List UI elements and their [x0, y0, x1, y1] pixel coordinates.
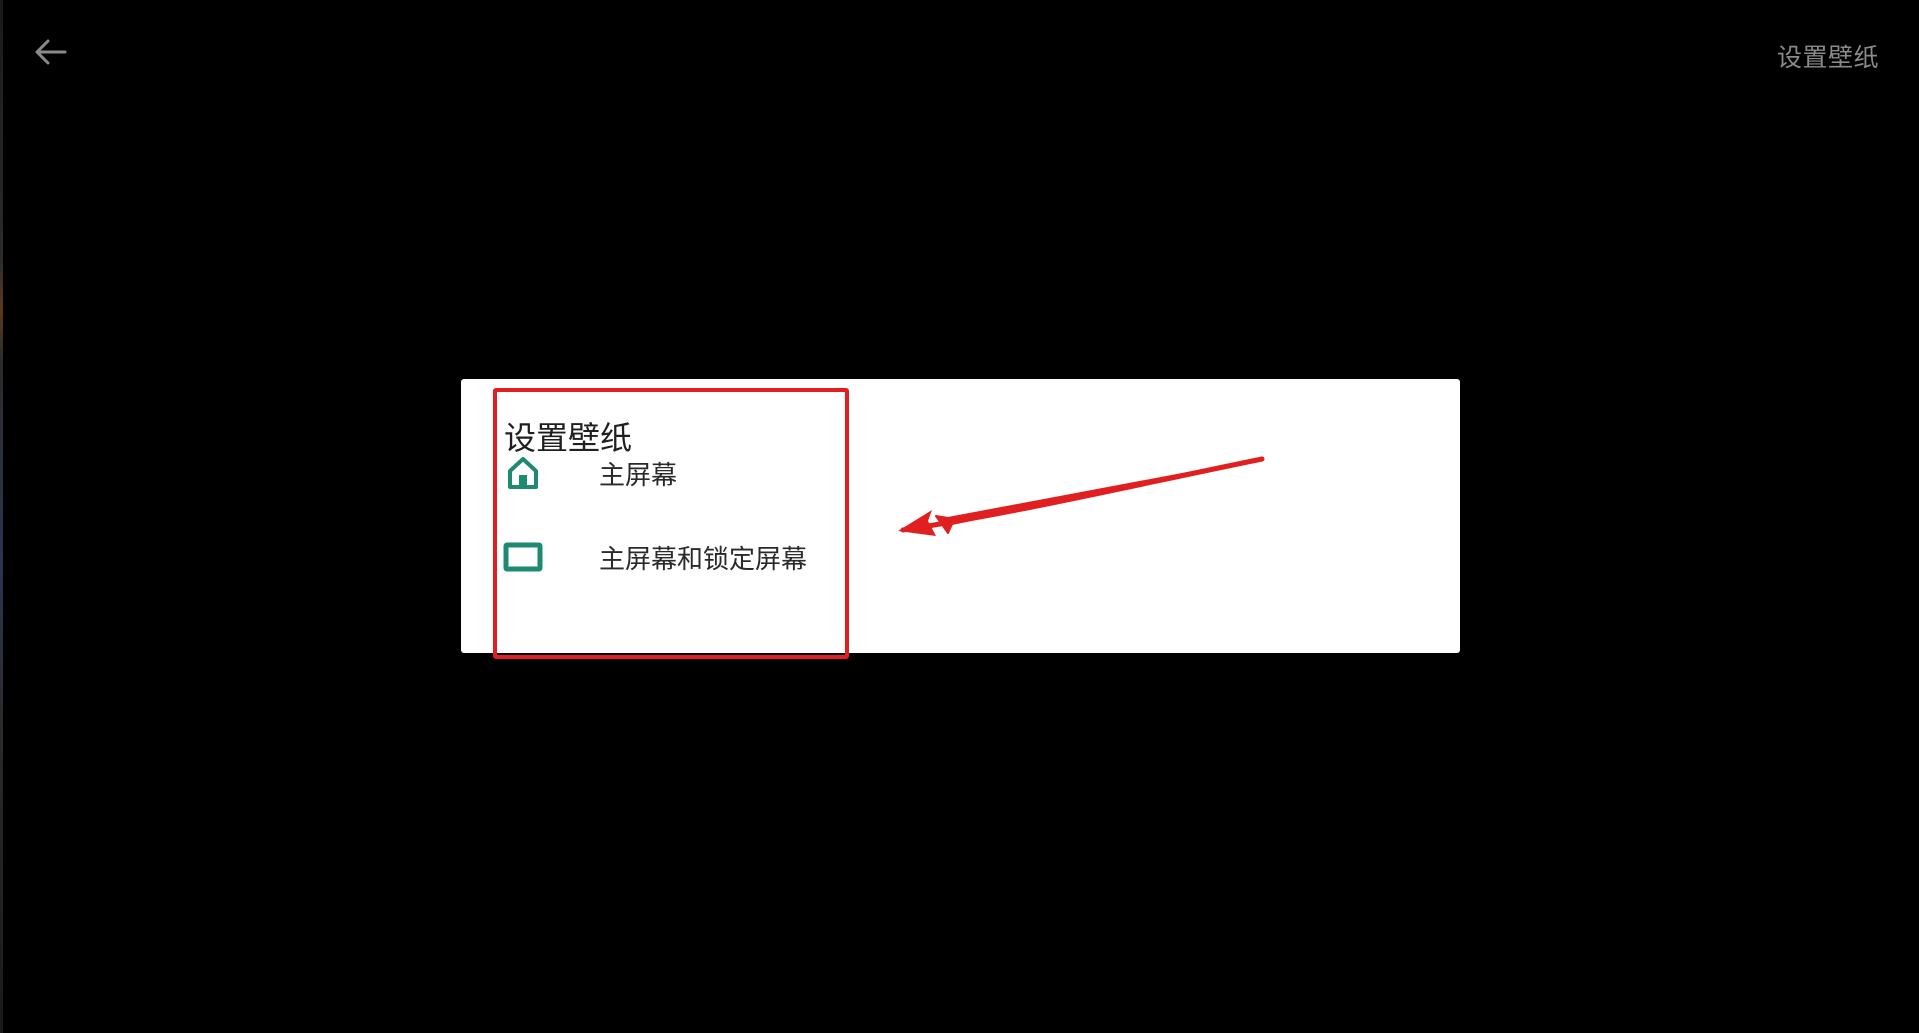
- window-edge: [0, 0, 3, 1033]
- option-home-screen[interactable]: 主屏幕: [501, 443, 831, 503]
- home-icon: [501, 451, 545, 495]
- option-label: 主屏幕: [599, 460, 678, 491]
- wallpaper-screen: 设置壁纸 设置壁纸 主屏幕 主屏幕和锁定屏幕: [0, 0, 1919, 1033]
- back-button[interactable]: [28, 34, 72, 70]
- screen-icon: [501, 535, 545, 579]
- option-home-and-lock-screen[interactable]: 主屏幕和锁定屏幕: [501, 527, 841, 587]
- arrow-left-icon: [35, 39, 67, 65]
- option-label: 主屏幕和锁定屏幕: [599, 544, 808, 575]
- page-title: 设置壁纸: [1776, 43, 1879, 72]
- set-wallpaper-dialog: 设置壁纸 主屏幕 主屏幕和锁定屏幕: [461, 379, 1460, 653]
